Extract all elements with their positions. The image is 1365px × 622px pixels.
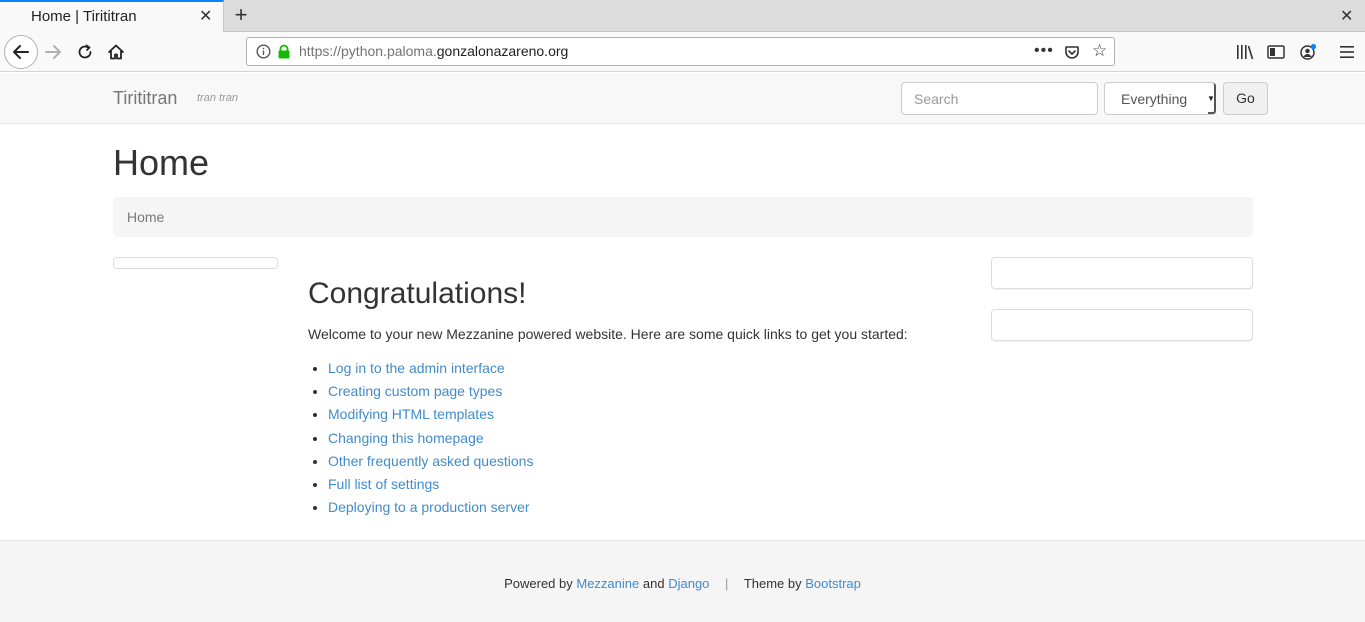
sync-icon[interactable] (1298, 42, 1318, 62)
page-title: Home (113, 142, 210, 183)
site-tagline: tran tran (197, 92, 238, 104)
forward-arrow-icon[interactable] (41, 40, 65, 64)
page-actions-icon[interactable]: ••• (1034, 42, 1054, 60)
footer-powered-by: Powered by (504, 576, 573, 591)
browser-tab[interactable]: Home | Tirititran ✕ (0, 0, 224, 32)
site-navbar: Tirititran tran tran Everything ▼ Go (0, 73, 1365, 124)
footer-separator: | (725, 576, 729, 591)
link-django[interactable]: Django (668, 576, 709, 591)
url-prefix: https://python.paloma. (299, 43, 437, 59)
link-mezzanine[interactable]: Mezzanine (576, 576, 639, 591)
site-footer: Powered by Mezzanine and Django | Theme … (0, 540, 1365, 622)
tab-title: Home | Tirititran (31, 8, 137, 25)
reload-icon[interactable] (73, 40, 97, 64)
main-content: Congratulations! Welcome to your new Mez… (308, 277, 968, 519)
link-faq[interactable]: Other frequently asked questions (328, 453, 533, 469)
url-text[interactable]: https://python.paloma.gonzalonazareno.or… (299, 43, 568, 59)
content-heading: Congratulations! (308, 277, 527, 310)
right-sidebar-panel (991, 257, 1253, 289)
list-item: Log in to the admin interface (328, 357, 968, 380)
address-bar[interactable]: https://python.paloma.gonzalonazareno.or… (246, 37, 1115, 66)
new-tab-icon[interactable]: + (230, 3, 252, 27)
intro-text: Welcome to your new Mezzanine powered we… (308, 326, 908, 342)
back-arrow-icon[interactable] (4, 35, 38, 69)
list-item: Changing this homepage (328, 427, 968, 450)
chevron-down-icon: ▼ (1207, 94, 1215, 103)
search-scope-value: Everything (1121, 91, 1188, 107)
list-item: Other frequently asked questions (328, 450, 968, 473)
home-icon[interactable] (104, 40, 128, 64)
pocket-icon[interactable] (1064, 44, 1080, 60)
star-icon[interactable]: ☆ (1092, 42, 1107, 60)
browser-tab-bar: Home | Tirititran ✕ + ✕ (0, 0, 1365, 32)
link-deploying[interactable]: Deploying to a production server (328, 499, 530, 515)
close-tab-icon[interactable]: ✕ (199, 8, 212, 26)
breadcrumb-item-home: Home (127, 209, 165, 225)
footer-theme-by: Theme by (743, 576, 802, 591)
list-item: Creating custom page types (328, 380, 968, 403)
go-button[interactable]: Go (1223, 82, 1268, 115)
lock-icon[interactable] (277, 44, 291, 59)
site-brand[interactable]: Tirititran (113, 88, 177, 109)
library-icon[interactable] (1235, 42, 1255, 62)
quick-links-list: Log in to the admin interface Creating c… (308, 357, 968, 519)
footer-text: Powered by Mezzanine and Django | Theme … (0, 576, 1365, 591)
right-sidebar-panel (991, 309, 1253, 341)
footer-and: and (642, 576, 665, 591)
list-item: Full list of settings (328, 473, 968, 496)
link-custom-page-types[interactable]: Creating custom page types (328, 383, 502, 399)
info-icon[interactable] (256, 44, 271, 59)
link-admin-login[interactable]: Log in to the admin interface (328, 360, 505, 376)
link-change-homepage[interactable]: Changing this homepage (328, 430, 484, 446)
link-html-templates[interactable]: Modifying HTML templates (328, 406, 494, 422)
left-sidebar-panel (113, 257, 278, 269)
url-domain: gonzalonazareno.org (436, 43, 569, 59)
sidebar-icon[interactable] (1266, 42, 1286, 62)
link-settings-list[interactable]: Full list of settings (328, 476, 439, 492)
search-input[interactable] (901, 82, 1098, 115)
link-bootstrap[interactable]: Bootstrap (805, 576, 861, 591)
list-item: Deploying to a production server (328, 496, 968, 519)
menu-icon[interactable] (1337, 42, 1357, 62)
close-window-icon[interactable]: ✕ (1340, 6, 1353, 26)
search-scope-select[interactable]: Everything ▼ (1104, 82, 1216, 115)
breadcrumb: Home (113, 197, 1253, 237)
browser-toolbar: https://python.paloma.gonzalonazareno.or… (0, 32, 1365, 72)
list-item: Modifying HTML templates (328, 403, 968, 426)
